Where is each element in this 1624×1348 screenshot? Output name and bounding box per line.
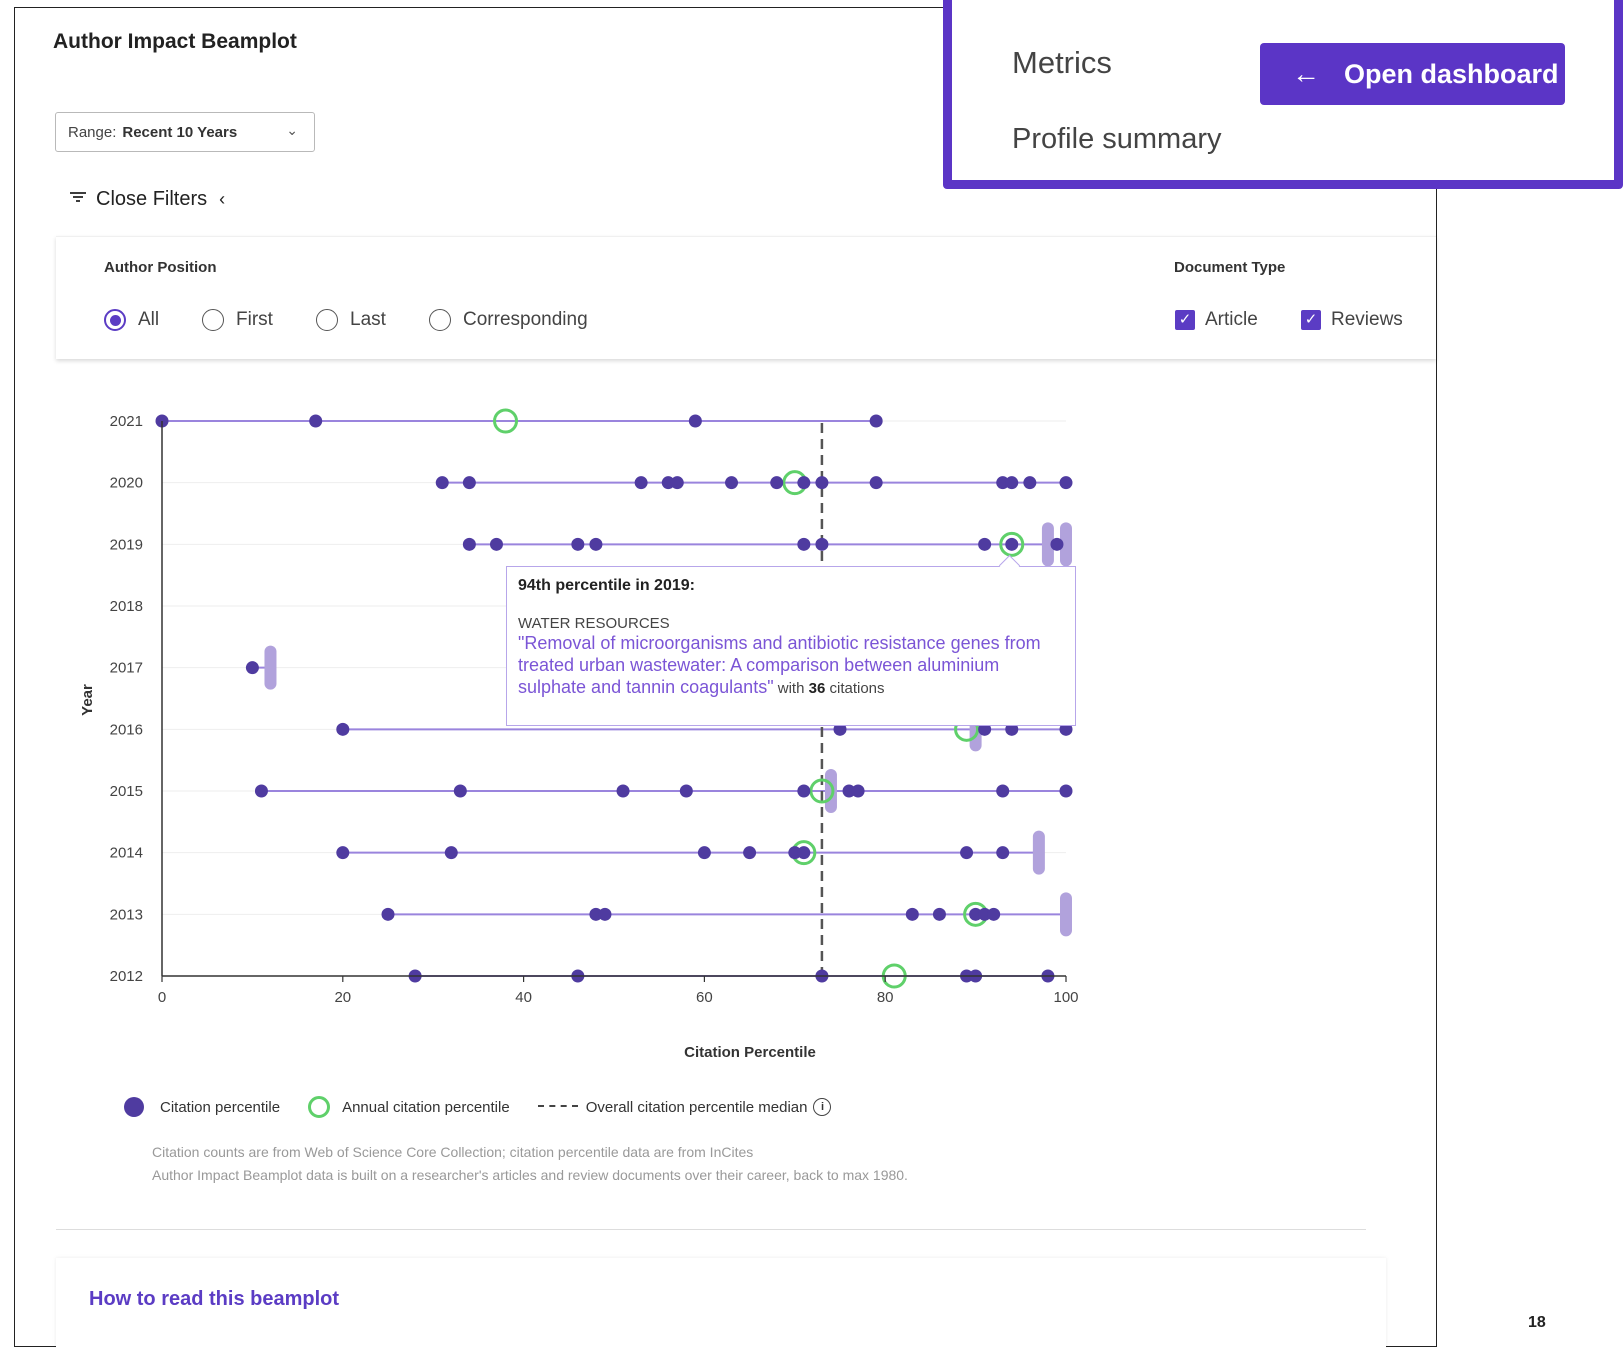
- page-number: 18: [1528, 1314, 1546, 1331]
- annual-percentile-marker-icon: [308, 1096, 331, 1118]
- citation-point[interactable]: [1005, 476, 1019, 490]
- citation-point[interactable]: [996, 784, 1010, 798]
- y-tick-label: 2014: [110, 845, 143, 862]
- citation-point[interactable]: [697, 846, 711, 860]
- chart-legend: Citation percentile Annual citation perc…: [124, 1093, 832, 1121]
- citation-point[interactable]: [797, 784, 811, 798]
- uncited-bar[interactable]: [1032, 830, 1045, 875]
- citation-point[interactable]: [1059, 784, 1073, 798]
- profile-summary-link[interactable]: Profile summary: [1012, 123, 1222, 156]
- y-tick-label: 2019: [110, 536, 143, 553]
- citation-point[interactable]: [435, 476, 449, 490]
- uncited-bar[interactable]: [264, 645, 277, 690]
- citation-point[interactable]: [815, 537, 829, 551]
- open-dashboard-button[interactable]: ← Open dashboard: [1260, 43, 1565, 105]
- uncited-bar[interactable]: [1060, 892, 1072, 937]
- citation-point[interactable]: [444, 846, 458, 860]
- citation-point[interactable]: [725, 476, 739, 490]
- section-divider: [56, 1229, 1366, 1230]
- citation-point[interactable]: [571, 537, 585, 551]
- citation-point[interactable]: [670, 476, 684, 490]
- citation-point[interactable]: [987, 907, 1001, 921]
- citation-point[interactable]: [245, 661, 259, 675]
- y-tick-label: 2021: [110, 413, 143, 430]
- citation-point[interactable]: [797, 846, 811, 860]
- tooltip-category: WATER RESOURCES: [518, 615, 670, 632]
- metrics-link[interactable]: Metrics: [1012, 45, 1112, 81]
- citation-point[interactable]: [254, 784, 268, 798]
- tooltip-citations: with 36 citations: [778, 680, 885, 697]
- x-tick-label: 0: [158, 989, 166, 1006]
- legend-median: Overall citation percentile median: [585, 1098, 808, 1116]
- citation-point[interactable]: [634, 476, 648, 490]
- y-tick-label: 2012: [110, 968, 143, 985]
- tooltip-citation-count: 36: [808, 680, 826, 697]
- citation-percentile-marker-icon: [124, 1097, 144, 1117]
- tooltip-citations-word: citations: [829, 680, 885, 697]
- citation-point[interactable]: [978, 537, 992, 551]
- citation-point[interactable]: [770, 476, 784, 490]
- citation-point[interactable]: [462, 537, 476, 551]
- legend-citation: Citation percentile: [160, 1098, 281, 1116]
- citation-point[interactable]: [743, 846, 757, 860]
- citation-point[interactable]: [336, 846, 350, 860]
- citation-point[interactable]: [851, 784, 865, 798]
- citation-point[interactable]: [616, 784, 630, 798]
- citation-point[interactable]: [815, 476, 829, 490]
- open-dashboard-label: Open dashboard: [1344, 58, 1559, 89]
- y-tick-label: 2018: [110, 598, 143, 615]
- x-tick-label: 40: [515, 989, 532, 1006]
- x-tick-label: 100: [1053, 989, 1078, 1006]
- citation-point[interactable]: [336, 722, 350, 736]
- x-tick-label: 60: [696, 989, 713, 1006]
- citation-point[interactable]: [462, 476, 476, 490]
- citation-point[interactable]: [453, 784, 467, 798]
- x-tick-label: 80: [877, 989, 894, 1006]
- info-icon[interactable]: i: [813, 1098, 832, 1116]
- x-axis-title: Citation Percentile: [684, 1044, 816, 1061]
- citation-point[interactable]: [869, 476, 883, 490]
- citation-point[interactable]: [932, 907, 946, 921]
- y-tick-label: 2017: [110, 660, 143, 677]
- citation-point[interactable]: [598, 907, 612, 921]
- citation-point[interactable]: [381, 907, 395, 921]
- citation-point[interactable]: [996, 846, 1010, 860]
- legend-annual: Annual citation percentile: [342, 1098, 510, 1116]
- y-tick-label: 2016: [110, 721, 143, 738]
- citation-point[interactable]: [960, 846, 974, 860]
- tooltip-header: 94th percentile in 2019:: [518, 577, 695, 594]
- median-line-icon: [537, 1105, 578, 1109]
- citation-point[interactable]: [905, 907, 919, 921]
- y-tick-label: 2013: [110, 906, 143, 923]
- y-tick-label: 2020: [110, 475, 143, 492]
- citation-point[interactable]: [688, 414, 702, 428]
- citation-point[interactable]: [1005, 537, 1019, 551]
- uncited-bar[interactable]: [824, 769, 837, 813]
- citation-point[interactable]: [869, 414, 883, 428]
- y-axis-title: Year: [79, 684, 96, 716]
- y-tick-label: 2015: [110, 783, 143, 800]
- footnote-scope: Author Impact Beamplot data is built on …: [152, 1167, 908, 1183]
- citation-point[interactable]: [1023, 476, 1037, 490]
- citation-point[interactable]: [797, 537, 811, 551]
- chart-tooltip: 94th percentile in 2019: WATER RESOURCES…: [506, 554, 1076, 726]
- citation-point[interactable]: [1050, 537, 1064, 551]
- citation-point[interactable]: [679, 784, 693, 798]
- footnote-source: Citation counts are from Web of Science …: [152, 1144, 754, 1160]
- how-to-read-link[interactable]: How to read this beamplot: [89, 1288, 339, 1311]
- citation-point[interactable]: [1059, 476, 1073, 490]
- metrics-popup: Metrics Profile summary ← Open dashboard: [943, 0, 1623, 189]
- tooltip-with: with: [777, 680, 805, 697]
- citation-point[interactable]: [309, 414, 323, 428]
- x-tick-label: 20: [334, 989, 351, 1006]
- citation-point[interactable]: [589, 537, 603, 551]
- citation-point[interactable]: [797, 476, 811, 490]
- citation-point[interactable]: [489, 537, 503, 551]
- arrow-left-icon: ←: [1292, 58, 1320, 89]
